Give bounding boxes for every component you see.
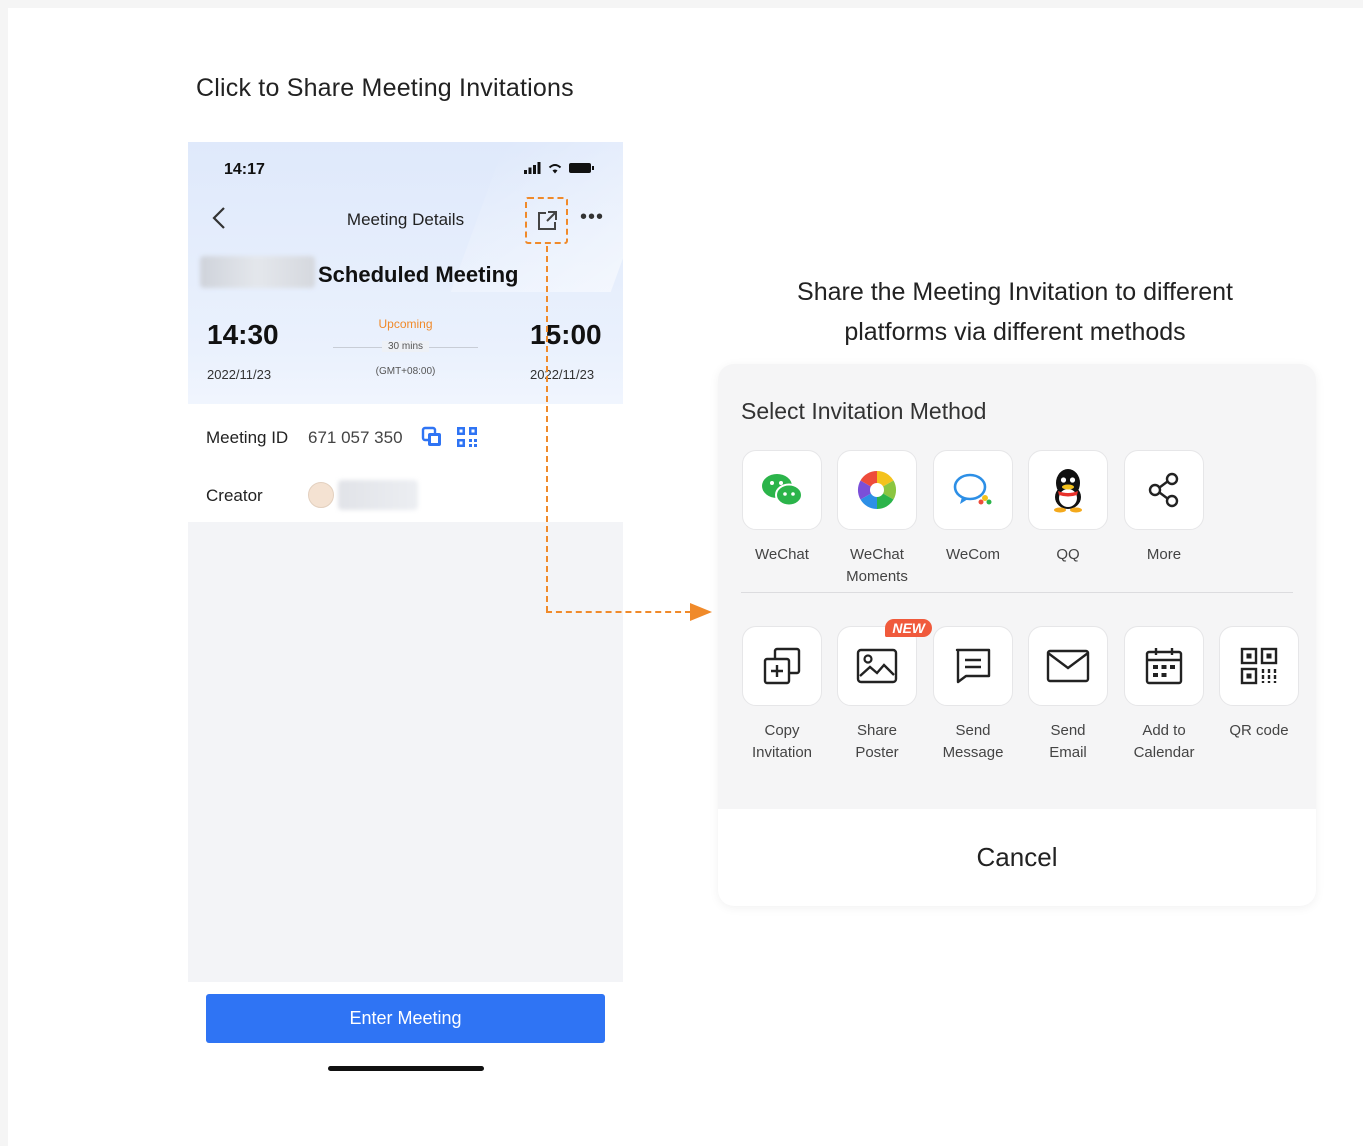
qq-tile xyxy=(1028,450,1108,530)
cancel-button[interactable]: Cancel xyxy=(718,809,1316,906)
duration: 30 mins xyxy=(381,341,429,352)
creator-label: Creator xyxy=(206,486,263,505)
wechat-moments-label: WeChat Moments xyxy=(846,546,908,585)
end-time: 15:00 xyxy=(530,319,602,350)
qr-code-label: QR code xyxy=(1229,722,1289,739)
qq-label: QQ xyxy=(1056,546,1080,563)
share-poster-tile: NEW xyxy=(837,619,932,706)
copy-invitation-icon xyxy=(763,647,801,685)
wechat-icon xyxy=(762,474,803,507)
send-email-tile xyxy=(1028,626,1108,706)
mail-icon xyxy=(1046,649,1090,683)
blurred-creator-name xyxy=(338,480,418,510)
share-icon xyxy=(1148,472,1179,508)
send-email-option[interactable]: Send Email xyxy=(1020,626,1116,764)
invitation-panel: Select Invitation Method WeChat WeChat Mo… xyxy=(718,364,1316,906)
connector-horizontal xyxy=(546,611,691,613)
status-time: 14:17 xyxy=(224,161,265,178)
wecom-tile xyxy=(933,450,1013,530)
divider xyxy=(741,592,1293,593)
qr-code-icon xyxy=(1240,647,1278,685)
right-caption-line1: Share the Meeting Invitation to differen… xyxy=(797,278,1233,306)
share-external-icon xyxy=(537,210,557,230)
wechat-tile xyxy=(742,450,822,530)
send-message-option[interactable]: Send Message xyxy=(925,626,1021,764)
panel-title: Select Invitation Method xyxy=(741,398,987,424)
wechat-moments-option[interactable]: WeChat Moments xyxy=(829,450,925,588)
calendar-icon xyxy=(1145,648,1183,685)
connector-vertical xyxy=(546,246,548,612)
more-label: More xyxy=(1146,546,1182,563)
connector-arrow-icon xyxy=(690,603,712,621)
signal-icon xyxy=(524,162,541,174)
more-option[interactable]: More xyxy=(1116,450,1212,566)
wecom-option[interactable]: WeCom xyxy=(925,450,1021,566)
copy-invitation-label: Copy Invitation xyxy=(751,722,813,761)
avatar xyxy=(308,482,334,508)
qr-code-tile xyxy=(1219,626,1299,706)
add-to-calendar-tile xyxy=(1124,626,1204,706)
meeting-id-label: Meeting ID xyxy=(206,428,289,447)
copy-icon[interactable] xyxy=(421,426,443,453)
qr-code-option[interactable]: QR code xyxy=(1211,626,1307,742)
more-options-icon[interactable]: ••• xyxy=(580,206,604,229)
qr-code-small-icon[interactable] xyxy=(456,426,478,453)
meeting-title: Scheduled Meeting xyxy=(318,262,519,287)
qq-option[interactable]: QQ xyxy=(1020,450,1116,566)
status-icons xyxy=(524,162,595,174)
enter-meeting-button[interactable]: Enter Meeting xyxy=(206,994,605,1043)
wifi-icon xyxy=(548,164,562,174)
wechat-option[interactable]: WeChat xyxy=(734,450,830,566)
share-poster-option[interactable]: NEW Share Poster xyxy=(829,619,932,764)
message-icon xyxy=(955,648,991,684)
add-to-calendar-label: Add to Calendar xyxy=(1133,722,1195,761)
right-caption-line2: platforms via different methods xyxy=(844,318,1186,346)
copy-invitation-tile xyxy=(742,626,822,706)
share-button[interactable] xyxy=(525,197,568,244)
blurred-name xyxy=(200,256,315,288)
meeting-info: Meeting ID 671 057 350 Creator xyxy=(188,404,623,522)
copy-invitation-option[interactable]: Copy Invitation xyxy=(734,626,830,764)
right-caption: Share the Meeting Invitation to differen… xyxy=(740,272,1290,352)
send-message-tile xyxy=(933,626,1013,706)
wechat-moments-tile xyxy=(837,450,917,530)
more-tile xyxy=(1124,450,1204,530)
meeting-id-value: 671 057 350 xyxy=(308,428,403,447)
send-message-label: Send Message xyxy=(942,722,1004,761)
send-email-label: Send Email xyxy=(1049,722,1087,761)
share-poster-label: Share Poster xyxy=(855,722,899,761)
wechat-label: WeChat xyxy=(755,546,809,563)
bottom-bar: Enter Meeting xyxy=(188,982,623,1082)
wechat-moments-icon xyxy=(857,470,897,510)
wecom-label: WeCom xyxy=(946,546,1000,563)
wecom-icon xyxy=(953,473,992,505)
battery-icon xyxy=(569,163,594,173)
left-caption: Click to Share Meeting Invitations xyxy=(196,74,574,102)
qq-icon xyxy=(1054,469,1082,513)
image-icon xyxy=(856,648,898,684)
home-indicator xyxy=(328,1066,484,1071)
end-date: 2022/11/23 xyxy=(530,367,595,382)
add-to-calendar-option[interactable]: Add to Calendar xyxy=(1116,626,1212,764)
